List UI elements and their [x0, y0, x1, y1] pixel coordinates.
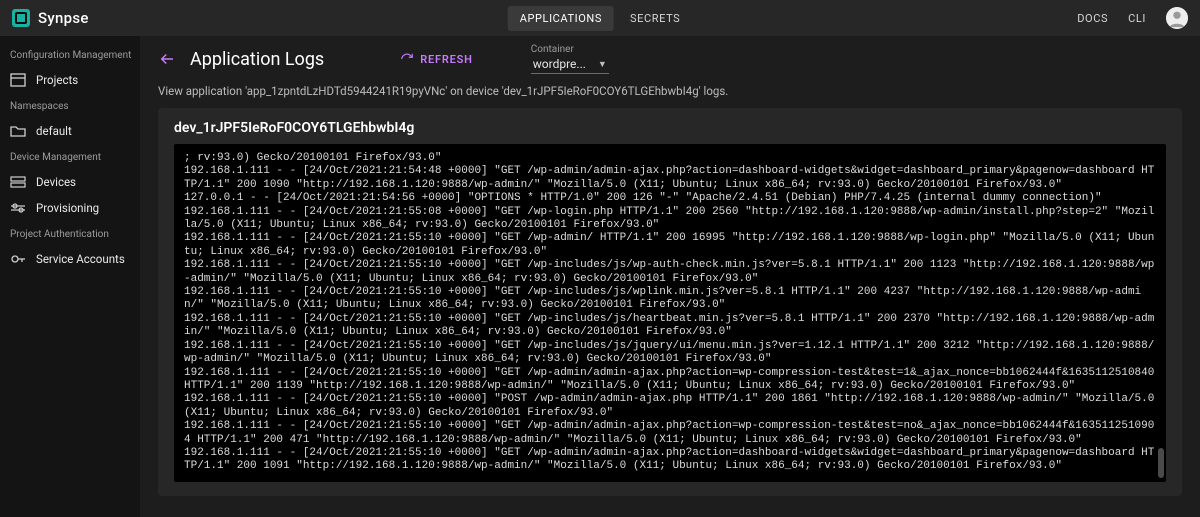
logo-icon: [12, 9, 30, 27]
sidebar-item-devices[interactable]: Devices: [8, 169, 132, 195]
container-select[interactable]: wordpre... ▼: [531, 57, 609, 74]
sidebar-item-provisioning[interactable]: Provisioning: [8, 195, 132, 221]
page-title: Application Logs: [190, 49, 324, 70]
link-docs[interactable]: DOCS: [1077, 12, 1108, 25]
sidebar-item-label: Projects: [36, 73, 78, 87]
log-output[interactable]: ; rv:93.0) Gecko/20100101 Firefox/93.0" …: [184, 152, 1156, 474]
sidebar-item-service-accounts[interactable]: Service Accounts: [8, 246, 132, 272]
top-bar: Synpse APPLICATIONS SECRETS DOCS CLI: [0, 0, 1200, 36]
log-device-title: dev_1rJPF5IeRoF0COY6TLGEhbwbI4g: [174, 120, 1166, 136]
sidebar-item-label: default: [36, 124, 72, 138]
devices-icon: [10, 175, 26, 189]
link-cli[interactable]: CLI: [1128, 12, 1146, 25]
provisioning-icon: [10, 201, 26, 215]
sidebar: Configuration Management Projects Namesp…: [0, 36, 140, 517]
back-button[interactable]: [158, 50, 176, 68]
log-card: dev_1rJPF5IeRoF0COY6TLGEhbwbI4g ; rv:93.…: [158, 108, 1182, 496]
sidebar-item-label: Provisioning: [36, 201, 99, 215]
brand-block: Synpse: [12, 9, 89, 27]
side-group-config: Configuration Management: [10, 50, 132, 61]
page-header-row: Application Logs REFRESH Container wordp…: [158, 44, 1182, 74]
sidebar-item-projects[interactable]: Projects: [8, 67, 132, 93]
folder-icon: [10, 124, 26, 138]
sidebar-item-default[interactable]: default: [8, 118, 132, 144]
side-group-auth: Project Authentication: [10, 229, 132, 240]
projects-icon: [10, 73, 26, 87]
brand-name: Synpse: [38, 9, 89, 27]
key-icon: [10, 252, 26, 266]
sidebar-item-label: Service Accounts: [36, 252, 125, 266]
content-area: Application Logs REFRESH Container wordp…: [140, 36, 1200, 517]
tab-applications[interactable]: APPLICATIONS: [508, 6, 614, 31]
tab-secrets[interactable]: SECRETS: [618, 6, 692, 31]
sidebar-item-label: Devices: [36, 175, 76, 189]
page-description: View application 'app_1zpntdLzHDTd594424…: [158, 84, 1182, 98]
primary-tabs: APPLICATIONS SECRETS: [508, 6, 693, 31]
container-field: Container wordpre... ▼: [531, 44, 609, 74]
user-avatar[interactable]: [1166, 7, 1188, 29]
refresh-icon: [400, 52, 414, 66]
container-selected-value: wordpre...: [533, 57, 586, 71]
refresh-button[interactable]: REFRESH: [400, 52, 473, 66]
log-output-box: ; rv:93.0) Gecko/20100101 Firefox/93.0" …: [174, 144, 1166, 482]
side-group-namespaces: Namespaces: [10, 101, 132, 112]
container-field-label: Container: [531, 44, 609, 55]
side-group-device: Device Management: [10, 152, 132, 163]
top-right-links: DOCS CLI: [1077, 7, 1188, 29]
scrollbar-thumb[interactable]: [1158, 448, 1164, 478]
refresh-label: REFRESH: [420, 53, 473, 66]
avatar-icon: [1166, 7, 1188, 29]
chevron-down-icon: ▼: [598, 59, 607, 70]
arrow-left-icon: [158, 50, 176, 68]
